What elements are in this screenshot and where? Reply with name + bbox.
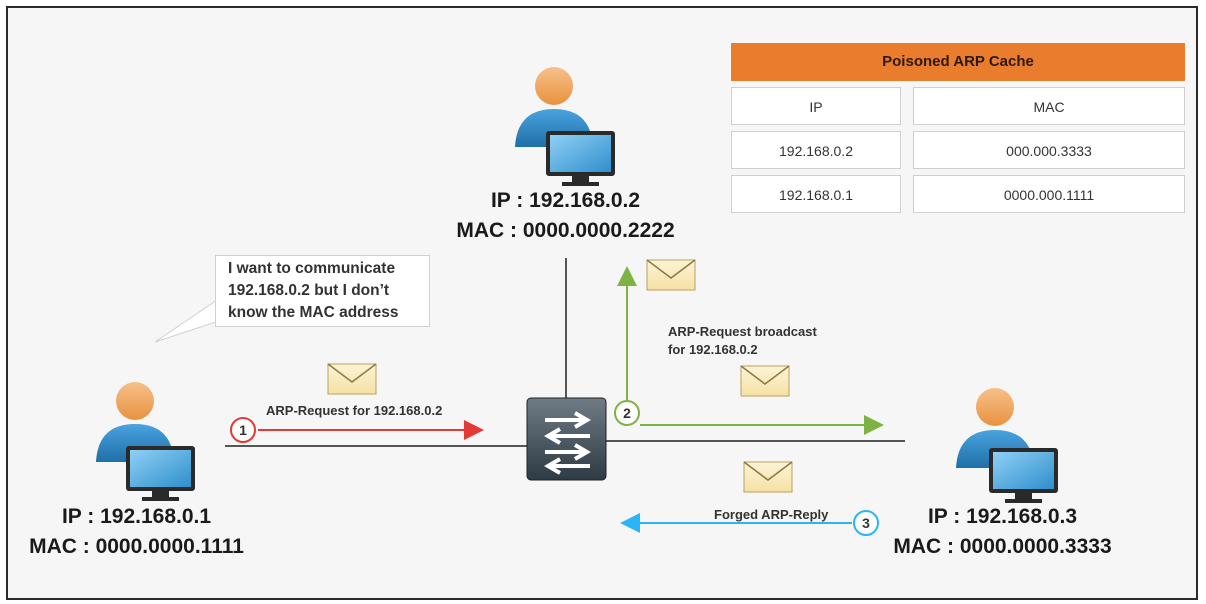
envelope-icon xyxy=(646,259,696,291)
cell-ip: 192.168.0.2 xyxy=(731,131,901,169)
column-header-mac: MAC xyxy=(913,87,1185,125)
host3-monitor-icon xyxy=(989,448,1058,503)
step2-caption-line: for 192.168.0.2 xyxy=(668,342,758,357)
step1-badge: 1 xyxy=(230,417,256,443)
callout-line: I want to communicate xyxy=(228,260,396,277)
host2-ip: IP : 192.168.0.2 xyxy=(490,189,641,212)
callout-line: 192.168.0.2 but I don’t xyxy=(228,282,390,299)
host2-label: IP : 192.168.0.2 MAC : 0000.0000.2222 xyxy=(443,186,688,246)
callout-line: know the MAC address xyxy=(228,304,399,321)
table-header-row: IP MAC xyxy=(731,87,1185,125)
svg-text:2: 2 xyxy=(623,405,631,421)
host3-ip: IP : 192.168.0.3 xyxy=(927,505,1078,528)
table-row: 192.168.0.2 000.000.3333 xyxy=(731,131,1185,169)
cell-mac: 0000.000.1111 xyxy=(913,175,1185,213)
host1-monitor-icon xyxy=(126,446,195,501)
svg-text:3: 3 xyxy=(862,515,870,531)
host3-label: IP : 192.168.0.3 MAC : 0000.0000.3333 xyxy=(880,502,1125,562)
host2-monitor-icon xyxy=(546,131,615,186)
step2-badge: 2 xyxy=(614,400,640,426)
switch-icon xyxy=(526,397,607,481)
column-header-ip: IP xyxy=(731,87,901,125)
step2-caption-line: ARP-Request broadcast xyxy=(668,324,817,339)
table-row: 192.168.0.1 0000.000.1111 xyxy=(731,175,1185,213)
host1-ip: IP : 192.168.0.1 xyxy=(61,505,212,528)
step3-caption: Forged ARP-Reply xyxy=(714,507,829,522)
speech-callout: I want to communicate 192.168.0.2 but I … xyxy=(215,255,430,327)
host1-label: IP : 192.168.0.1 MAC : 0000.0000.1111 xyxy=(14,502,259,562)
table-title: Poisoned ARP Cache xyxy=(731,43,1185,81)
cell-mac: 000.000.3333 xyxy=(913,131,1185,169)
step2-caption: ARP-Request broadcast for 192.168.0.2 xyxy=(668,323,817,359)
host1-mac: MAC : 0000.0000.1111 xyxy=(29,535,244,558)
step3-badge: 3 xyxy=(853,510,879,536)
host2-mac: MAC : 0000.0000.2222 xyxy=(456,219,675,242)
cell-ip: 192.168.0.1 xyxy=(731,175,901,213)
poisoned-arp-cache-table: Poisoned ARP Cache IP MAC 192.168.0.2 00… xyxy=(731,43,1185,213)
envelope-icon xyxy=(327,363,377,395)
svg-text:1: 1 xyxy=(239,422,247,438)
host3-mac: MAC : 0000.0000.3333 xyxy=(893,535,1112,558)
step1-caption: ARP-Request for 192.168.0.2 xyxy=(266,403,443,418)
envelope-icon xyxy=(740,365,790,397)
envelope-icon xyxy=(743,461,793,493)
